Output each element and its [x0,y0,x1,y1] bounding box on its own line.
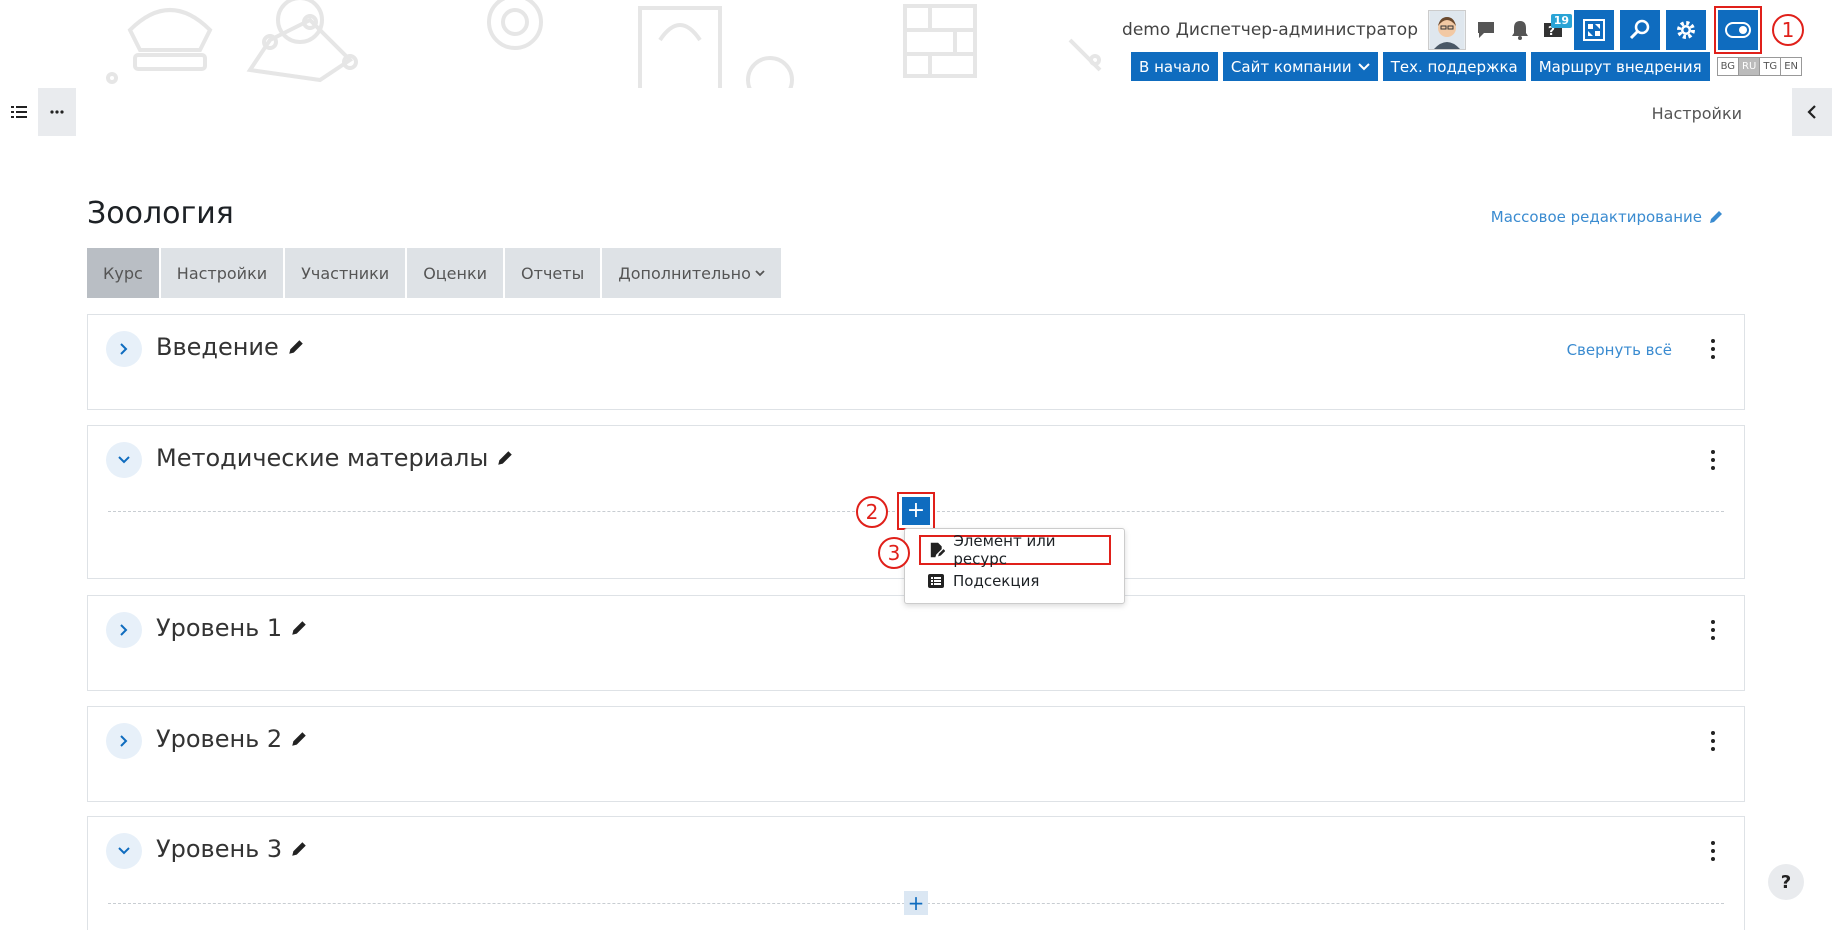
chevron-down-icon [755,269,765,276]
pencil-icon[interactable] [290,840,308,858]
lang-bg[interactable]: BG [1717,58,1740,75]
section-collapse-button[interactable] [106,833,142,869]
nav-support-button[interactable]: Тех. поддержка [1382,52,1526,81]
ellipsis-icon [50,110,64,114]
section-title[interactable]: Введение [156,333,305,361]
chevron-right-icon [120,343,128,355]
section-menu-icon[interactable] [1710,339,1716,359]
pencil-icon[interactable] [290,730,308,748]
add-content-button[interactable]: + [902,497,930,525]
page-header: demo Диспетчер-администратор ? 19 1 В на… [0,0,1832,88]
user-area: demo Диспетчер-администратор ? 19 1 [1122,6,1804,54]
section-title[interactable]: Уровень 1 [156,614,308,642]
right-drawer-toggle[interactable] [1792,88,1832,136]
menu-item-label: Элемент или ресурс [953,532,1056,568]
user-name[interactable]: demo Диспетчер-администратор [1122,20,1418,40]
tab-reports[interactable]: Отчеты [505,248,603,298]
nav-implementation-route-button[interactable]: Маршрут внедрения [1530,52,1710,81]
left-drawer-toggles [0,88,76,136]
list-icon [11,106,27,118]
course-section: Уровень 2 [87,706,1745,802]
pencil-icon[interactable] [496,449,514,467]
tab-more[interactable]: Дополнительно [602,248,781,298]
notifications-bell-icon[interactable] [1506,14,1534,46]
add-content-button-frame: + [897,492,935,530]
settings-drawer-label[interactable]: Настройки [1652,104,1742,123]
tab-more-label: Дополнительно [618,263,751,283]
tab-participants[interactable]: Участники [285,248,408,298]
edit-mode-toggle-frame [1714,6,1762,54]
menu-item-subsection[interactable]: Подсекция [919,566,1049,596]
section-menu-icon[interactable] [1710,731,1716,751]
section-expand-button[interactable] [106,723,142,759]
section-expand-button[interactable] [106,331,142,367]
lang-tg[interactable]: TG [1760,58,1782,75]
section-title-text: Введение [156,333,279,361]
course-tabs: Курс Настройки Участники Оценки Отчеты Д… [87,248,781,298]
course-section: Введение Свернуть всё [87,314,1745,410]
section-title[interactable]: Уровень 2 [156,725,308,753]
chevron-down-icon [118,456,130,464]
section-menu-icon[interactable] [1710,450,1716,470]
section-collapse-button[interactable] [106,442,142,478]
help-messages-icon[interactable]: ? 19 [1540,14,1572,46]
pencil-icon[interactable] [287,338,305,356]
menu-item-activity-or-resource[interactable]: Элемент или ресурс [919,532,1111,568]
course-section: Уровень 1 [87,595,1745,691]
section-title[interactable]: Методические материалы [156,444,514,472]
annotation-marker-3: 3 [878,537,910,569]
gear-icon[interactable] [1666,10,1706,50]
messages-chat-icon[interactable] [1472,14,1500,46]
menu-item-label: Подсекция [953,572,1040,590]
messages-badge: 19 [1550,14,1572,28]
search-icon[interactable] [1620,10,1660,50]
chevron-right-icon [120,624,128,636]
dashboard-icon[interactable] [1574,10,1614,50]
tab-settings[interactable]: Настройки [160,248,286,298]
section-title-text: Уровень 1 [156,614,283,642]
bulk-edit-link[interactable]: Массовое редактирование [1491,208,1724,226]
add-content-button[interactable]: + [904,891,928,915]
page-title: Зоология [87,196,234,231]
course-index-toggle[interactable] [0,88,38,136]
bulk-edit-label: Массовое редактирование [1490,208,1702,226]
annotation-marker-1: 1 [1772,14,1804,46]
nav-home-button[interactable]: В начало [1131,52,1218,81]
nav-company-site-label: Сайт компании [1230,57,1352,76]
lang-en[interactable]: EN [1781,58,1801,75]
add-content-menu: Элемент или ресурс Подсекция [904,528,1125,604]
top-nav: В начало Сайт компании Тех. поддержка Ма… [1131,52,1802,81]
annotation-marker-2: 2 [856,496,888,528]
language-switcher: BG RU TG EN [1716,57,1802,76]
file-edit-icon [930,542,946,558]
chevron-down-icon [118,847,130,855]
section-expand-button[interactable] [106,612,142,648]
section-title-text: Уровень 2 [156,725,283,753]
collapse-all-link[interactable]: Свернуть всё [1567,341,1672,359]
edit-mode-toggle[interactable] [1718,10,1758,50]
tab-grades[interactable]: Оценки [407,248,506,298]
section-title-text: Методические материалы [156,444,489,472]
list-box-icon [928,574,944,588]
nav-company-site-button[interactable]: Сайт компании [1222,52,1378,81]
chevron-right-icon [120,735,128,747]
section-menu-icon[interactable] [1710,841,1716,861]
tab-course[interactable]: Курс [87,248,161,298]
pencil-icon [1710,211,1722,223]
section-title-text: Уровень 3 [156,835,283,863]
pencil-icon[interactable] [290,619,308,637]
lang-ru[interactable]: RU [1739,58,1761,75]
help-button[interactable]: ? [1768,864,1804,900]
section-title[interactable]: Уровень 3 [156,835,308,863]
avatar[interactable] [1428,10,1466,50]
chevron-down-icon [1357,62,1370,70]
more-options-toggle[interactable] [38,88,76,136]
chevron-left-icon [1807,105,1816,119]
section-menu-icon[interactable] [1710,620,1716,640]
